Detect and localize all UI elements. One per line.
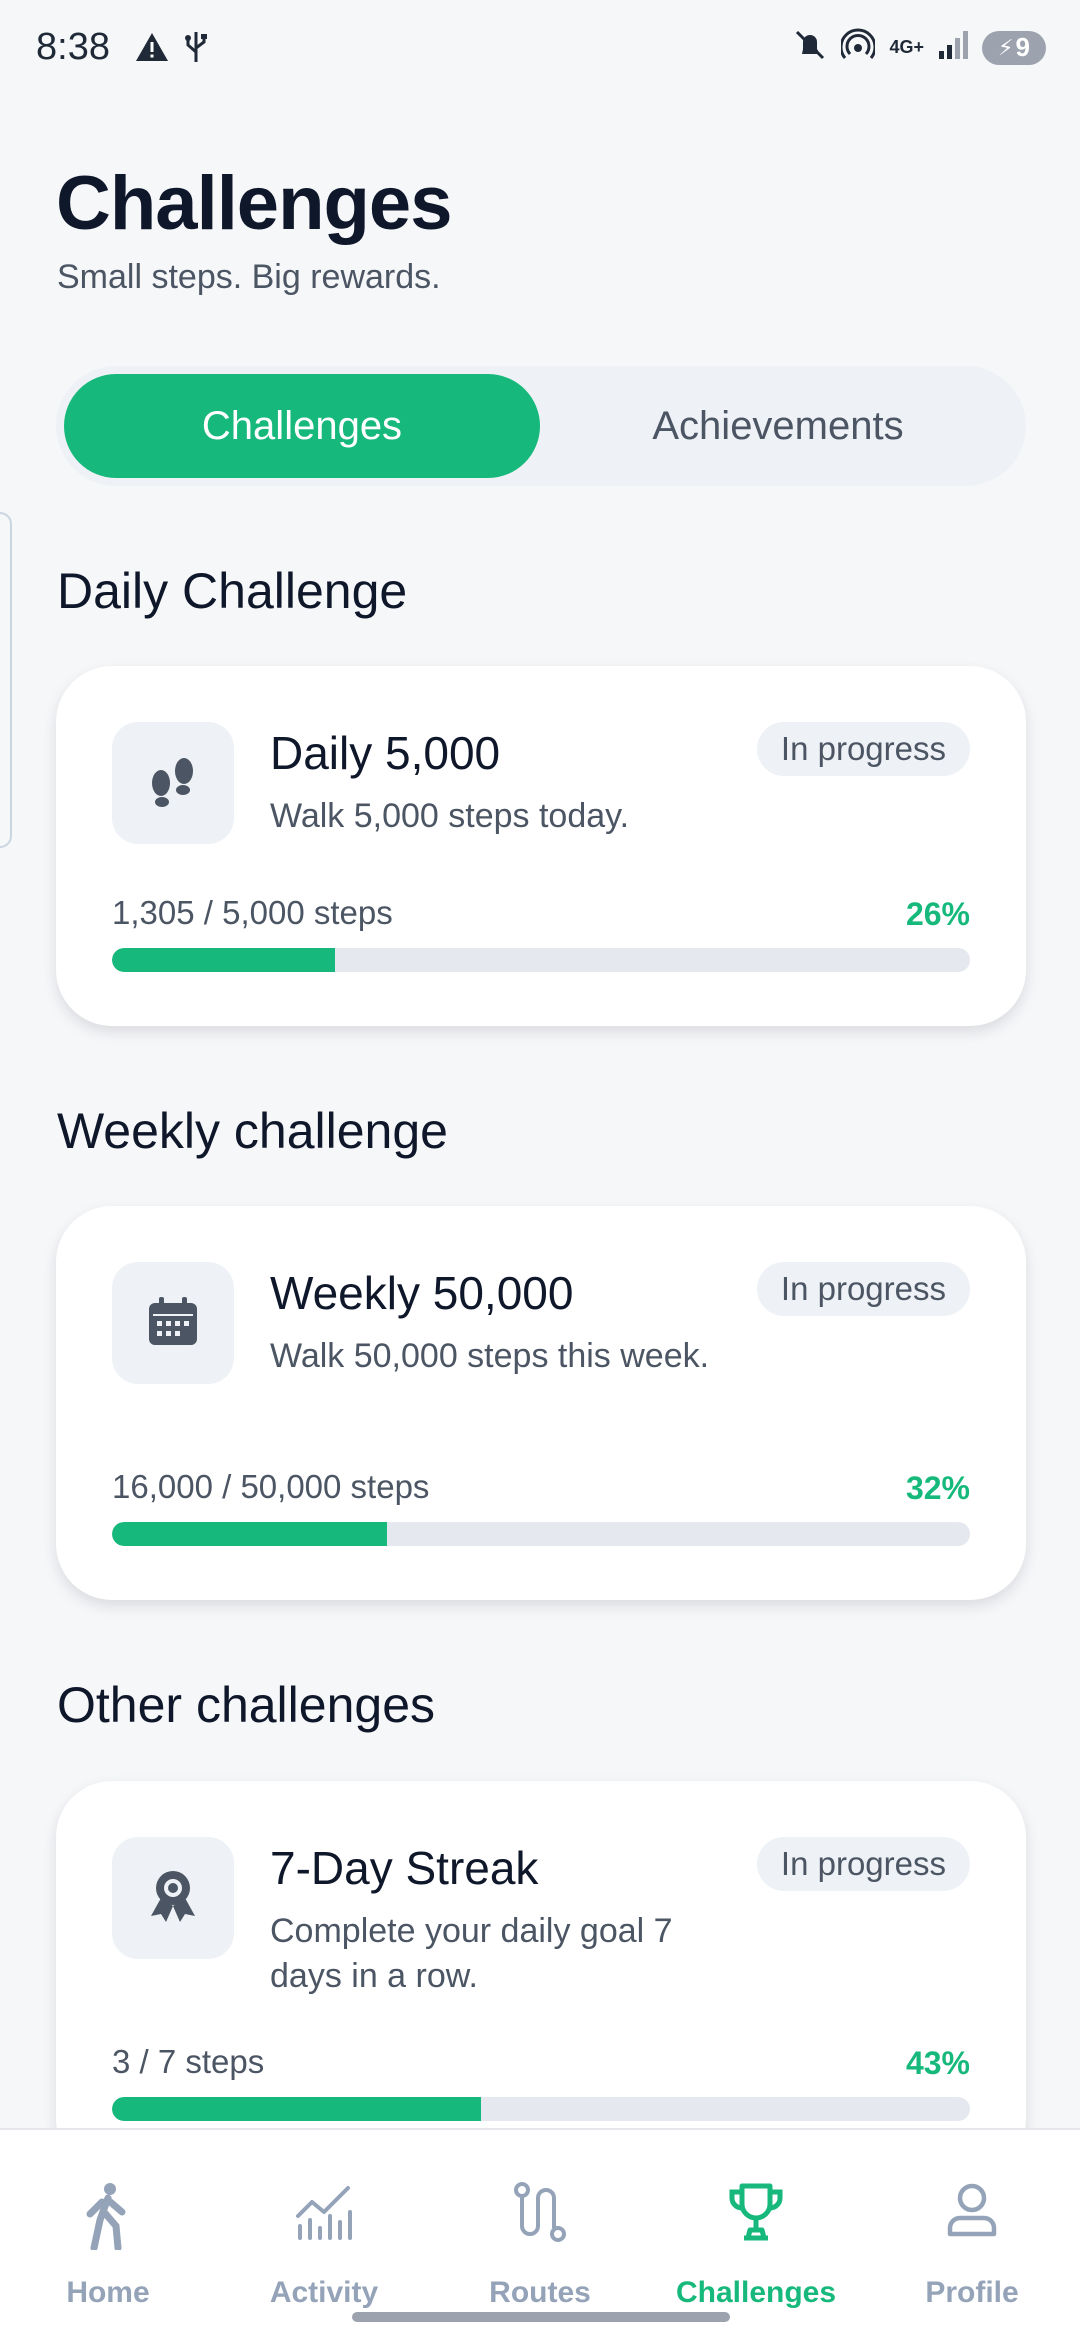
page-title: Challenges [56, 161, 452, 246]
challenges-screen: 8:38 4G+ ⚡ 9 Challenges Small steps. Big… [0, 0, 1080, 2340]
nav-item-activity[interactable]: Activity [216, 2130, 432, 2340]
section-title-daily: Daily Challenge [57, 563, 408, 619]
progress-label: 1,305 / 5,000 steps [112, 894, 393, 931]
status-time: 8:38 [36, 26, 110, 68]
progress-bar [112, 1522, 970, 1546]
status-badge: In progress [756, 1262, 970, 1316]
section-title-weekly: Weekly challenge [57, 1103, 448, 1159]
segmented-tabs: Challenges Achievements [56, 366, 1026, 486]
progress-fill [112, 2097, 481, 2121]
page-subtitle: Small steps. Big rewards. [57, 258, 441, 296]
award-ribbon-icon [147, 1868, 199, 1929]
footprints-icon [147, 753, 199, 814]
tab-achievements[interactable]: Achievements [540, 374, 1016, 478]
progress-bar [112, 2097, 970, 2121]
progress-label: 16,000 / 50,000 steps [112, 1468, 430, 1505]
progress-label: 3 / 7 steps [112, 2043, 265, 2080]
tab-challenges[interactable]: Challenges [64, 374, 540, 478]
nav-item-profile[interactable]: Profile [864, 2130, 1080, 2340]
edge-panel-handle[interactable] [0, 512, 12, 848]
battery-indicator: ⚡ 9 [982, 30, 1046, 65]
warning-icon [134, 31, 170, 68]
status-badge: In progress [756, 722, 970, 776]
home-indicator[interactable] [352, 2312, 730, 2322]
network-type: 4G+ [889, 37, 924, 57]
challenge-card-streak[interactable]: 7-Day Streak Complete your daily goal 7 … [56, 1781, 1026, 2175]
challenge-description: Complete your daily goal 7 days in a row… [270, 1912, 673, 1995]
route-icon [512, 2182, 568, 2247]
bottom-navigation: Home Activity Routes Challenges Profile [0, 2128, 1080, 2340]
signal-icon [938, 29, 968, 66]
walking-person-icon [80, 2182, 136, 2255]
nav-item-routes[interactable]: Routes [432, 2130, 648, 2340]
status-bar: 8:38 4G+ ⚡ 9 [0, 0, 1080, 100]
hotspot-icon [840, 28, 877, 67]
nav-item-challenges[interactable]: Challenges [648, 2130, 864, 2340]
nav-label: Routes [489, 2276, 591, 2309]
progress-bar [112, 948, 970, 972]
challenge-description: Walk 50,000 steps this week. [270, 1337, 710, 1375]
nav-item-home[interactable]: Home [0, 2130, 216, 2340]
calendar-icon [147, 1295, 199, 1352]
challenge-card-weekly[interactable]: Weekly 50,000 Walk 50,000 steps this wee… [56, 1206, 1026, 1600]
progress-fill [112, 1522, 387, 1546]
section-title-other: Other challenges [57, 1677, 436, 1733]
trophy-icon [726, 2182, 786, 2247]
usb-icon [184, 30, 208, 69]
nav-label: Activity [269, 2276, 379, 2309]
challenge-title: Daily 5,000 [270, 727, 501, 779]
progress-fill [112, 948, 336, 972]
challenge-description: Walk 5,000 steps today. [270, 797, 630, 835]
activity-chart-icon [294, 2182, 354, 2247]
nav-label: Challenges [675, 2276, 837, 2309]
challenge-title: Weekly 50,000 [270, 1267, 574, 1319]
progress-percent: 26% [905, 896, 970, 932]
progress-percent: 43% [905, 2045, 970, 2081]
nav-label: Profile [925, 2276, 1019, 2309]
progress-percent: 32% [905, 1470, 970, 1506]
mute-icon [793, 28, 827, 67]
status-badge: In progress [756, 1837, 970, 1891]
challenge-card-daily[interactable]: Daily 5,000 Walk 5,000 steps today. In p… [56, 666, 1026, 1026]
challenge-title: 7-Day Streak [270, 1842, 539, 1894]
user-icon [944, 2182, 1000, 2243]
nav-label: Home [66, 2276, 150, 2309]
